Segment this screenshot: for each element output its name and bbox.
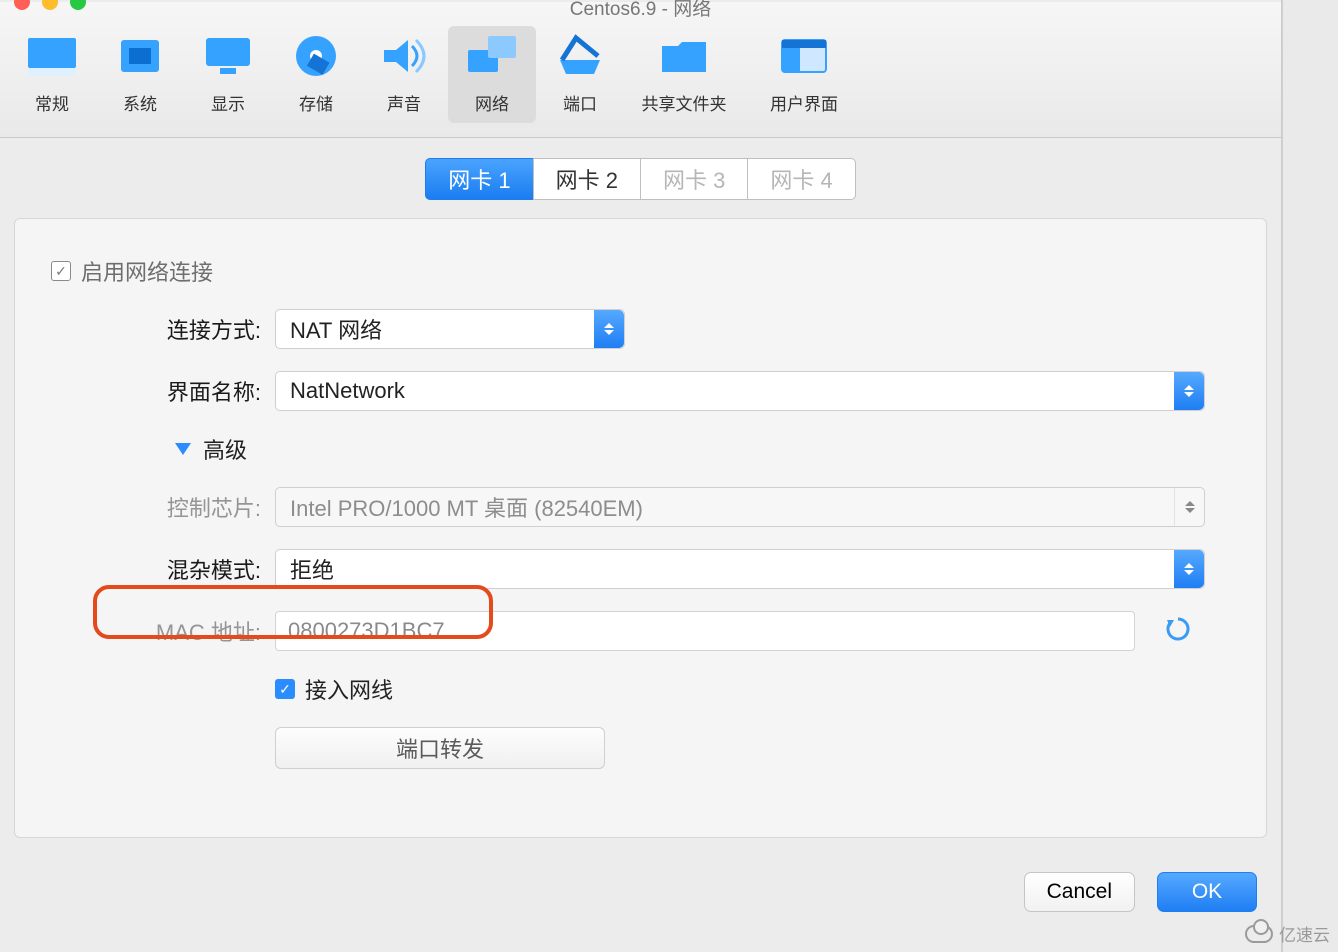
cloud-icon <box>1245 925 1273 943</box>
system-icon <box>112 30 168 82</box>
interface-name-select[interactable]: NatNetwork <box>275 371 1205 411</box>
tab-label: 网络 <box>448 90 536 115</box>
tab-label: 端口 <box>536 90 624 115</box>
stepper-icon <box>1174 488 1204 526</box>
network-panel: ✓ 启用网络连接 连接方式: NAT 网络 界面名称: NatNetwork <box>14 218 1267 838</box>
mac-address-label: MAC 地址: <box>45 615 275 647</box>
window-title: Centos6.9 - 网络 <box>570 0 712 21</box>
adapter-type-value: Intel PRO/1000 MT 桌面 (82540EM) <box>290 491 643 523</box>
attached-to-select[interactable]: NAT 网络 <box>275 309 625 349</box>
storage-icon <box>288 30 344 82</box>
tab-label: 用户界面 <box>744 90 864 115</box>
enable-network-checkbox[interactable]: ✓ <box>51 261 71 281</box>
background-area <box>1282 0 1338 952</box>
tab-label: 存储 <box>272 90 360 115</box>
adapter-tab-3[interactable]: 网卡 3 <box>640 158 747 200</box>
stepper-icon <box>1174 372 1204 410</box>
ui-icon <box>776 30 832 82</box>
stepper-icon <box>594 310 624 348</box>
close-window-button[interactable] <box>14 0 30 10</box>
watermark-text: 亿速云 <box>1279 921 1330 946</box>
attached-to-label: 连接方式: <box>45 313 275 345</box>
ok-button[interactable]: OK <box>1157 872 1257 912</box>
advanced-toggle[interactable]: 高级 <box>175 433 247 465</box>
mac-address-field[interactable]: 0800273D1BC7 <box>275 611 1135 651</box>
network-icon <box>464 30 520 82</box>
promiscuous-mode-label: 混杂模式: <box>45 553 275 585</box>
attached-to-value: NAT 网络 <box>290 313 382 345</box>
tab-system[interactable]: 系统 <box>96 26 184 123</box>
minimize-window-button[interactable] <box>42 0 58 10</box>
watermark: 亿速云 <box>1245 921 1330 946</box>
audio-icon <box>376 30 432 82</box>
tab-display[interactable]: 显示 <box>184 26 272 123</box>
regenerate-mac-button[interactable] <box>1165 616 1191 647</box>
titlebar: Centos6.9 - 网络 <box>0 0 1281 2</box>
interface-name-label: 界面名称: <box>45 375 275 407</box>
port-forwarding-button[interactable]: 端口转发 <box>275 727 605 769</box>
tab-shared-folders[interactable]: 共享文件夹 <box>624 26 744 123</box>
tab-serial[interactable]: 端口 <box>536 26 624 123</box>
tab-audio[interactable]: 声音 <box>360 26 448 123</box>
tab-storage[interactable]: 存储 <box>272 26 360 123</box>
tab-label: 常规 <box>8 90 96 115</box>
tab-network[interactable]: 网络 <box>448 26 536 123</box>
tab-label: 共享文件夹 <box>624 90 744 115</box>
dialog-footer: Cancel OK <box>1024 872 1257 912</box>
promiscuous-mode-value: 拒绝 <box>290 553 334 585</box>
adapter-tab-1[interactable]: 网卡 1 <box>425 158 532 200</box>
adapter-tab-4[interactable]: 网卡 4 <box>747 158 855 200</box>
general-icon <box>24 30 80 82</box>
tab-label: 系统 <box>96 90 184 115</box>
adapter-tab-2[interactable]: 网卡 2 <box>533 158 640 200</box>
maximize-window-button[interactable] <box>70 0 86 10</box>
enable-network-label: 启用网络连接 <box>81 255 213 287</box>
settings-toolbar: 常规 系统 显示 存储 声音 <box>0 2 1281 138</box>
stepper-icon <box>1174 550 1204 588</box>
cancel-button[interactable]: Cancel <box>1024 872 1135 912</box>
advanced-label: 高级 <box>203 433 247 465</box>
serial-icon <box>552 30 608 82</box>
interface-name-value: NatNetwork <box>290 378 405 404</box>
tab-general[interactable]: 常规 <box>8 26 96 123</box>
adapter-type-label: 控制芯片: <box>45 491 275 523</box>
promiscuous-mode-select[interactable]: 拒绝 <box>275 549 1205 589</box>
folder-icon <box>656 30 712 82</box>
cable-connected-checkbox[interactable]: ✓ <box>275 679 295 699</box>
cable-connected-label: 接入网线 <box>305 673 393 705</box>
tab-user-interface[interactable]: 用户界面 <box>744 26 864 123</box>
adapter-tabs: 网卡 1 网卡 2 网卡 3 网卡 4 <box>0 158 1281 200</box>
tab-label: 声音 <box>360 90 448 115</box>
adapter-type-select: Intel PRO/1000 MT 桌面 (82540EM) <box>275 487 1205 527</box>
settings-window: Centos6.9 - 网络 常规 系统 显示 存储 <box>0 0 1282 952</box>
mac-address-value: 0800273D1BC7 <box>288 618 445 644</box>
disclosure-triangle-icon <box>175 443 191 455</box>
tab-label: 显示 <box>184 90 272 115</box>
display-icon <box>200 30 256 82</box>
